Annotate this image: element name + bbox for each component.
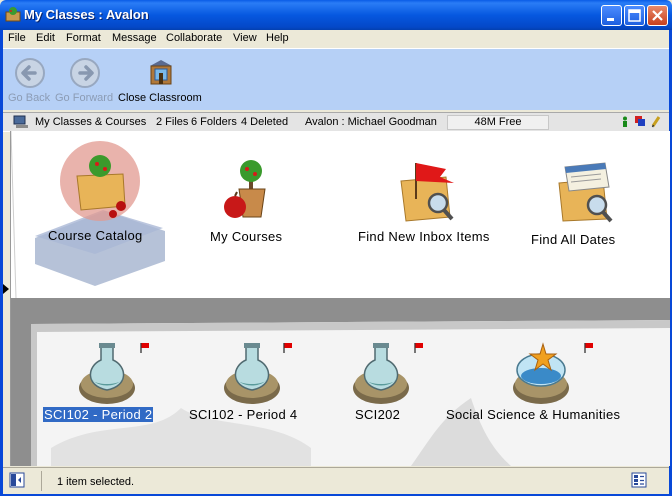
location-text: My Classes & Courses	[35, 116, 147, 128]
back-arrow-icon	[15, 58, 45, 88]
class-label-sci202: SCI202	[355, 407, 401, 422]
classes-pane: SCI102 - Period 2 SCI102 - Period 4 SCI2…	[10, 298, 670, 466]
status-bar: 1 item selected.	[3, 467, 669, 494]
status-divider	[41, 471, 42, 491]
flask-icon	[79, 343, 135, 404]
class-item-sci202[interactable]: SCI202	[341, 340, 441, 426]
red-flag-icon	[140, 343, 149, 353]
person-icon[interactable]	[621, 116, 629, 128]
course-catalog-icon	[35, 141, 165, 286]
menu-collaborate[interactable]: Collaborate	[166, 32, 222, 44]
close-icon	[652, 10, 663, 21]
free-space: 48M Free	[447, 115, 549, 130]
red-flag-icon	[283, 343, 292, 353]
close-button[interactable]	[647, 5, 668, 26]
class-label-sci102-period2: SCI102 - Period 2	[43, 407, 154, 422]
maximize-button[interactable]	[624, 5, 645, 26]
class-item-sci102-period2[interactable]: SCI102 - Period 2	[41, 340, 171, 426]
menu-edit[interactable]: Edit	[36, 32, 55, 44]
computer-icon	[13, 115, 28, 128]
my-courses-icon	[224, 160, 266, 218]
course-catalog-label: Course Catalog	[48, 228, 143, 243]
find-new-inbox-items-label: Find New Inbox Items	[358, 229, 490, 244]
panel-toggle-icon[interactable]	[9, 472, 25, 488]
menu-bar: File Edit Format Message Collaborate Vie…	[3, 30, 669, 48]
go-forward-button[interactable]: Go Forward	[53, 49, 117, 110]
class-label-sci102-period4: SCI102 - Period 4	[189, 407, 298, 422]
view-options-icon[interactable]	[631, 472, 647, 488]
go-back-label: Go Back	[8, 92, 51, 104]
tools-pane: Course Catalog My Courses Find New Inbox…	[10, 131, 670, 298]
course-catalog-item[interactable]: Course Catalog	[25, 136, 175, 288]
info-bar: My Classes & Courses 2 Files 6 Folders 4…	[3, 112, 669, 132]
class-item-sci102-period4[interactable]: SCI102 - Period 4	[186, 340, 316, 426]
find-new-inbox-items-item[interactable]: Find New Inbox Items	[356, 159, 506, 251]
window-title: My Classes : Avalon	[24, 7, 149, 22]
classroom-icon	[150, 60, 172, 85]
find-all-dates-item[interactable]: Find All Dates	[531, 159, 641, 251]
find-all-dates-label: Find All Dates	[531, 232, 616, 247]
go-back-button[interactable]: Go Back	[3, 49, 53, 110]
go-forward-label: Go Forward	[55, 92, 114, 104]
splitter-arrow-icon[interactable]	[3, 284, 9, 294]
menu-file[interactable]: File	[8, 32, 26, 44]
close-classroom-label: Close Classroom	[118, 92, 202, 104]
flask-icon	[353, 343, 409, 404]
forward-arrow-icon	[70, 58, 100, 88]
menu-message[interactable]: Message	[112, 32, 157, 44]
minimize-button[interactable]	[601, 5, 622, 26]
deleted-count: 4 Deleted	[241, 116, 289, 128]
menu-format[interactable]: Format	[66, 32, 101, 44]
minimize-icon	[607, 18, 614, 21]
class-label-social-science-humanities: Social Science & Humanities	[446, 407, 621, 422]
pencil-icon[interactable]	[651, 115, 661, 128]
app-icon	[5, 7, 21, 22]
my-courses-label: My Courses	[210, 229, 283, 244]
red-flag-icon	[414, 343, 423, 353]
menu-help[interactable]: Help	[266, 32, 289, 44]
find-inbox-icon	[400, 163, 454, 222]
close-classroom-button[interactable]: Close Classroom	[117, 49, 203, 110]
folders-count: 6 Folders	[191, 116, 237, 128]
status-text: 1 item selected.	[57, 476, 135, 488]
windows-icon[interactable]	[634, 115, 646, 127]
toolbar: Go Back Go Forward Close Classroom	[3, 48, 669, 110]
maximize-icon	[628, 9, 641, 22]
find-dates-icon	[558, 162, 613, 223]
my-courses-item[interactable]: My Courses	[201, 159, 291, 251]
class-item-social-science-humanities[interactable]: Social Science & Humanities	[443, 340, 648, 426]
red-flag-icon	[584, 343, 593, 353]
starfish-bowl-icon	[513, 342, 569, 404]
menu-view[interactable]: View	[233, 32, 257, 44]
user-text: Avalon : Michael Goodman	[305, 116, 437, 128]
files-count: 2 Files	[156, 116, 189, 128]
title-bar[interactable]: My Classes : Avalon	[0, 0, 672, 30]
